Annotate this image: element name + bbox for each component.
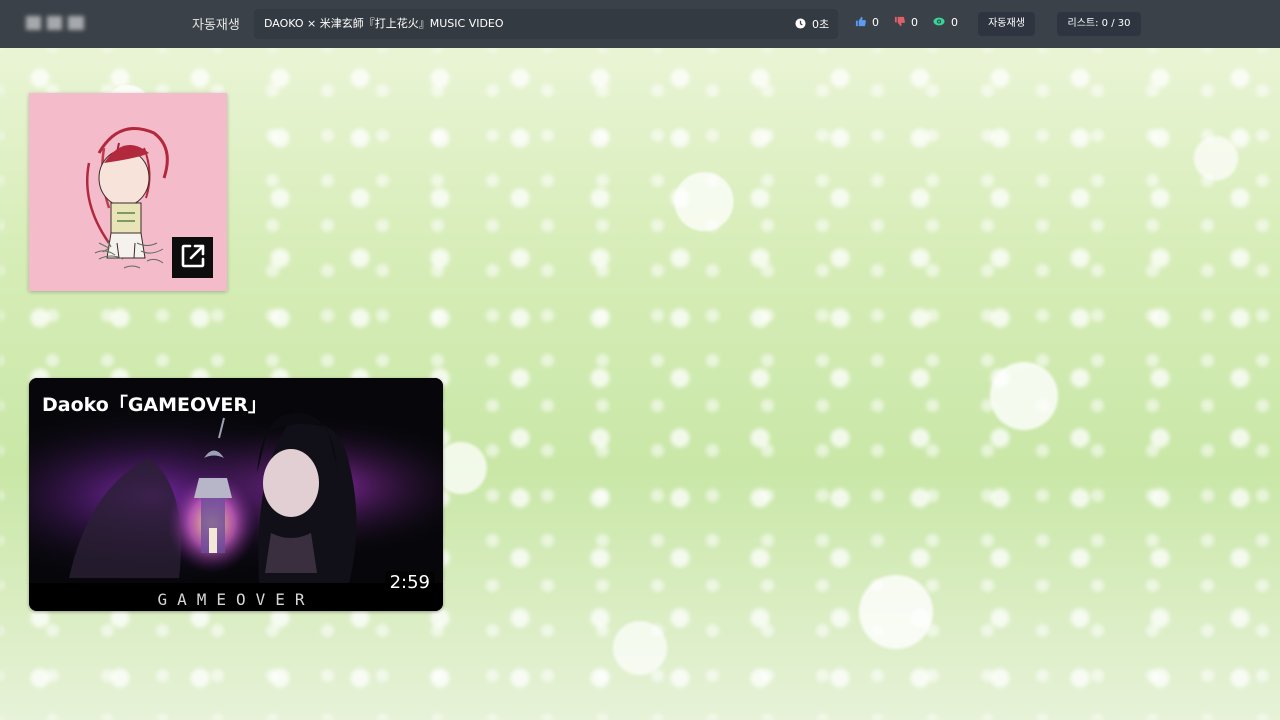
like-value: 0 (872, 16, 879, 29)
like-count[interactable]: 0 (855, 16, 879, 29)
video-caption: GAMEOVER (157, 590, 315, 609)
views-value: 0 (951, 16, 958, 29)
video-card[interactable]: Daoko「GAMEOVER」 2:59 GAMEOVER (29, 378, 443, 611)
site-logo[interactable] (26, 16, 84, 30)
autoplay-label: 자동재생 (192, 18, 240, 33)
dislike-value: 0 (911, 16, 918, 29)
elapsed-time: 0초 (795, 16, 829, 32)
autoplay-button[interactable]: 자동재생 (978, 12, 1035, 36)
thumbs-up-icon (855, 16, 866, 29)
open-external-icon (178, 241, 208, 275)
thumbs-down-icon (894, 16, 905, 29)
top-bar: 자동재생 DAOKO × 米津玄師『打上花火』MUSIC VIDEO 0초 0 … (0, 0, 1280, 48)
view-count: 0 (933, 16, 958, 29)
clock-icon (795, 17, 806, 31)
open-external-button[interactable] (172, 237, 213, 278)
video-title: Daoko「GAMEOVER」 (42, 394, 267, 416)
playlist-button[interactable]: 리스트: 0 / 30 (1057, 12, 1141, 36)
now-playing-title: DAOKO × 米津玄師『打上花火』MUSIC VIDEO (254, 9, 838, 39)
elapsed-value: 0초 (812, 18, 830, 31)
dislike-count[interactable]: 0 (894, 16, 918, 29)
eye-icon (933, 16, 945, 29)
